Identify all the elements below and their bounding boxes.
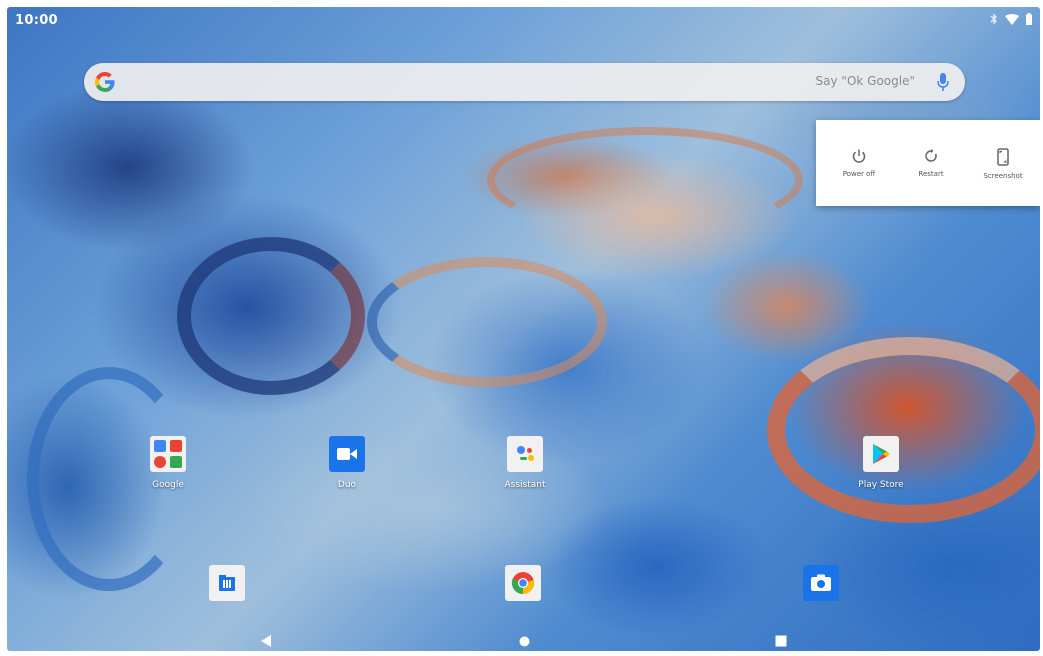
power-off-button[interactable]: Power off — [822, 120, 896, 206]
power-off-label: Power off — [842, 170, 876, 178]
search-hint-text: Say "Ok Google" — [815, 74, 915, 88]
app-label: Assistant — [504, 480, 546, 490]
screenshot-icon — [997, 148, 1009, 166]
clock: 10:00 — [15, 13, 58, 28]
app-label: Duo — [337, 480, 357, 490]
wallpaper-swirl — [367, 257, 607, 387]
chrome-app[interactable] — [505, 565, 541, 601]
power-menu: Power off Restart Screenshot — [816, 120, 1040, 206]
recents-button[interactable] — [775, 635, 787, 647]
camera-app[interactable] — [803, 565, 839, 601]
restart-icon — [925, 149, 937, 162]
wallpaper-swirl — [177, 237, 365, 395]
back-button[interactable] — [260, 634, 272, 648]
app-label: Google — [152, 480, 184, 490]
battery-icon — [1026, 13, 1032, 25]
app-assistant[interactable]: Assistant — [485, 436, 565, 490]
google-folder-icon — [150, 436, 186, 472]
status-bar: 10:00 — [7, 7, 1040, 33]
bluetooth-icon — [990, 13, 997, 25]
status-icons — [990, 13, 1032, 25]
home-button[interactable] — [519, 636, 530, 647]
google-search-bar[interactable]: Say "Ok Google" — [84, 63, 965, 101]
wallpaper-swirl — [487, 127, 803, 233]
camera-icon — [811, 574, 831, 591]
files-app[interactable] — [209, 565, 245, 601]
screenshot-button[interactable]: Screenshot — [966, 120, 1040, 206]
power-icon — [852, 149, 866, 163]
duo-icon — [329, 436, 365, 472]
files-icon — [219, 575, 235, 591]
app-duo[interactable]: Duo — [307, 436, 387, 490]
app-google-folder[interactable]: Google — [128, 436, 208, 490]
assistant-icon — [507, 436, 543, 472]
play-store-icon — [863, 436, 899, 472]
chrome-icon — [511, 572, 534, 594]
restart-label: Restart — [918, 170, 944, 178]
restart-button[interactable]: Restart — [894, 120, 968, 206]
wallpaper-swirl — [767, 337, 1040, 523]
mic-icon[interactable] — [937, 72, 949, 92]
app-label: Play Store — [858, 480, 904, 490]
home-screen: 10:00 Say "Ok Google" Power off Restart … — [7, 7, 1040, 651]
app-play-store[interactable]: Play Store — [841, 436, 921, 490]
screenshot-label: Screenshot — [983, 172, 1023, 180]
wifi-icon — [1005, 13, 1019, 25]
google-g-icon — [94, 72, 115, 93]
